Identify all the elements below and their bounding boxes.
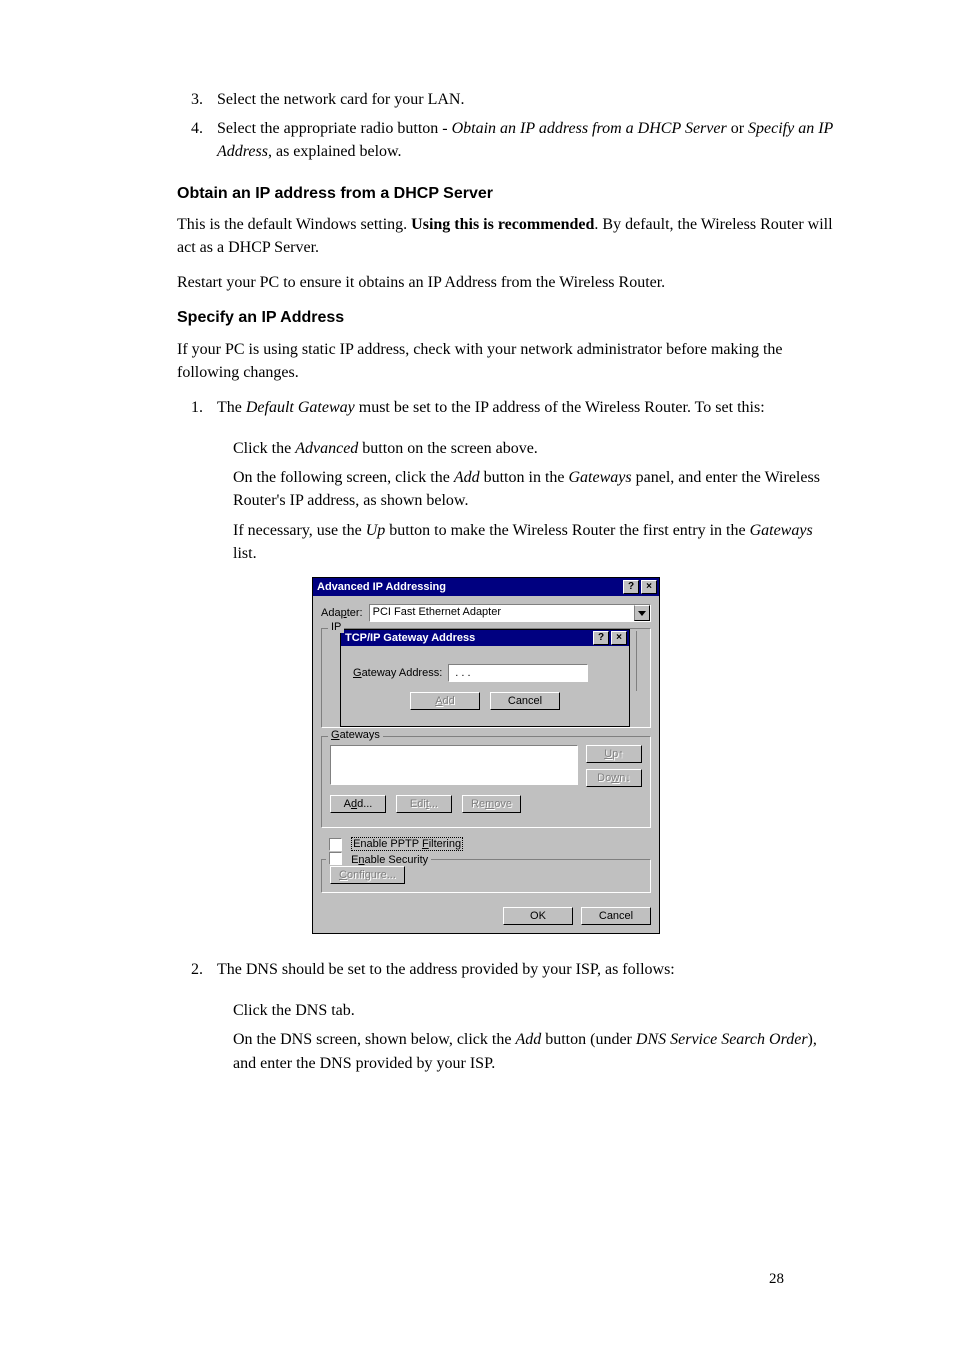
bsb3: button (under [541, 1031, 636, 1048]
close-button[interactable]: × [641, 580, 657, 594]
list-item-bot-2: The DNS should be set to the address pro… [207, 958, 834, 981]
security-checkbox[interactable] [329, 852, 342, 865]
sub-close-button[interactable]: × [611, 631, 627, 645]
gateway-address-input[interactable]: . . . [448, 664, 588, 682]
bot-sub-a: Click the DNS tab. [233, 999, 834, 1022]
page-number: 28 [769, 1269, 784, 1291]
sublist-bot: Click the DNS tab. On the DNS screen, sh… [233, 999, 834, 1075]
dialog-ok-row: OK Cancel [313, 907, 659, 933]
up-button[interactable]: Up↑ [586, 745, 642, 763]
gateways-remove-button[interactable]: Remove [462, 795, 521, 813]
combo-dropdown-button[interactable] [634, 605, 650, 621]
sub-b4: Gateways [569, 469, 632, 486]
gateways-listbox[interactable] [330, 745, 578, 785]
sub-a: Click the Advanced button on the screen … [233, 437, 834, 460]
titlebar-sub-text: TCP/IP Gateway Address [345, 632, 475, 644]
chevron-down-icon [638, 611, 646, 616]
sublist-mid: Click the Advanced button on the screen … [233, 437, 834, 565]
sub-help-button[interactable]: ? [593, 631, 609, 645]
li4-e: , as explained below. [268, 143, 402, 160]
ip-addresses-group: IP TCP/IP Gateway Address ? × Gateway Ad… [321, 628, 651, 728]
gateways-button-row: Add... Edit... Remove [330, 795, 642, 813]
heading-obtain-dhcp: Obtain an IP address from a DHCP Server [177, 182, 834, 205]
bot2-text: The DNS should be set to the address pro… [217, 961, 675, 978]
ordered-list-mid: The Default Gateway must be set to the I… [177, 396, 834, 419]
mid1-b: Default Gateway [246, 399, 355, 416]
para-dhcp-1: This is the default Windows setting. Usi… [177, 213, 834, 259]
bot-sub-b: On the DNS screen, shown below, click th… [233, 1028, 834, 1074]
adapter-value: PCI Fast Ethernet Adapter [370, 605, 634, 621]
sub-b2: Add [454, 469, 480, 486]
figure-advanced-ip-dialog: Advanced IP Addressing ? × Adapter: PCI … [312, 577, 660, 934]
ip-group-label: IP [328, 621, 344, 633]
sub-b1: On the following screen, click the [233, 469, 454, 486]
sub-button-row: Add Cancel [353, 692, 617, 710]
dhcp-1b: Using this is recommended [411, 216, 594, 233]
ordered-list-top: Select the network card for your LAN. Se… [177, 88, 834, 164]
sub-c5: list. [233, 545, 257, 562]
adapter-combo[interactable]: PCI Fast Ethernet Adapter [369, 604, 651, 622]
mid1-a: The [217, 399, 246, 416]
sub-c: If necessary, use the Up button to make … [233, 519, 834, 565]
security-group-label: Enable Security [326, 852, 431, 866]
down-button[interactable]: Down↓ [586, 769, 642, 787]
tcpip-gateway-subdialog: TCP/IP Gateway Address ? × Gateway Addre… [340, 629, 630, 727]
list-item-4: Select the appropriate radio button - Ob… [207, 117, 834, 163]
gateway-address-label: Gateway Address: [353, 667, 442, 679]
sub-b3: button in the [480, 469, 569, 486]
help-button[interactable]: ? [623, 580, 639, 594]
cancel-button[interactable]: Cancel [581, 907, 651, 925]
li4-c: or [727, 120, 748, 137]
li4-a: Select the appropriate radio button - [217, 120, 452, 137]
para-dhcp-2: Restart your PC to ensure it obtains an … [177, 271, 834, 294]
gateways-group-label: Gateways [328, 729, 383, 741]
heading-specify-ip: Specify an IP Address [177, 306, 834, 329]
para-spec-1: If your PC is using static IP address, c… [177, 338, 834, 384]
sub-a3: button on the screen above. [358, 440, 538, 457]
configure-button[interactable]: Configure... [330, 866, 405, 884]
sub-c2: Up [366, 522, 386, 539]
titlebar-main: Advanced IP Addressing ? × [313, 578, 659, 596]
ordered-list-bot: The DNS should be set to the address pro… [177, 958, 834, 981]
li4-b: Obtain an IP address from a DHCP Server [452, 120, 727, 137]
dhcp-1a: This is the default Windows setting. [177, 216, 411, 233]
pptp-checkbox[interactable] [329, 838, 342, 851]
sub-a2: Advanced [295, 440, 358, 457]
mid1-c: must be set to the IP address of the Wir… [355, 399, 765, 416]
list-item-3: Select the network card for your LAN. [207, 88, 834, 111]
ok-button[interactable]: OK [503, 907, 573, 925]
sub-c3: button to make the Wireless Router the f… [385, 522, 749, 539]
gateways-add-button[interactable]: Add... [330, 795, 386, 813]
pptp-label: Enable PPTP Filtering [351, 837, 463, 851]
gateway-address-row: Gateway Address: . . . [353, 664, 617, 682]
security-group: Enable Security Configure... [321, 859, 651, 893]
page: Select the network card for your LAN. Se… [0, 0, 954, 1351]
bsb2: Add [515, 1031, 541, 1048]
adapter-row: Adapter: PCI Fast Ethernet Adapter [321, 604, 651, 622]
gateways-edit-button[interactable]: Edit... [396, 795, 452, 813]
adapter-label: Adapter: [321, 607, 363, 619]
sub-c4: Gateways [750, 522, 813, 539]
titlebar-main-text: Advanced IP Addressing [317, 581, 446, 593]
sub-add-button[interactable]: Add [410, 692, 480, 710]
sub-b: On the following screen, click the Add b… [233, 466, 834, 512]
titlebar-sub: TCP/IP Gateway Address ? × [341, 630, 629, 646]
sub-a1: Click the [233, 440, 295, 457]
li3-text: Select the network card for your LAN. [217, 91, 464, 108]
sub-cancel-button[interactable]: Cancel [490, 692, 560, 710]
list-item-mid-1: The Default Gateway must be set to the I… [207, 396, 834, 419]
bsb1: On the DNS screen, shown below, click th… [233, 1031, 515, 1048]
bsb4: DNS Service Search Order [636, 1031, 808, 1048]
dialog-body: Adapter: PCI Fast Ethernet Adapter IP TC… [313, 596, 659, 907]
gateways-group: Gateways Up↑ Down↓ Add... Edit... Remove [321, 736, 651, 828]
sub-c1: If necessary, use the [233, 522, 366, 539]
scrollbar-icon [636, 631, 648, 691]
